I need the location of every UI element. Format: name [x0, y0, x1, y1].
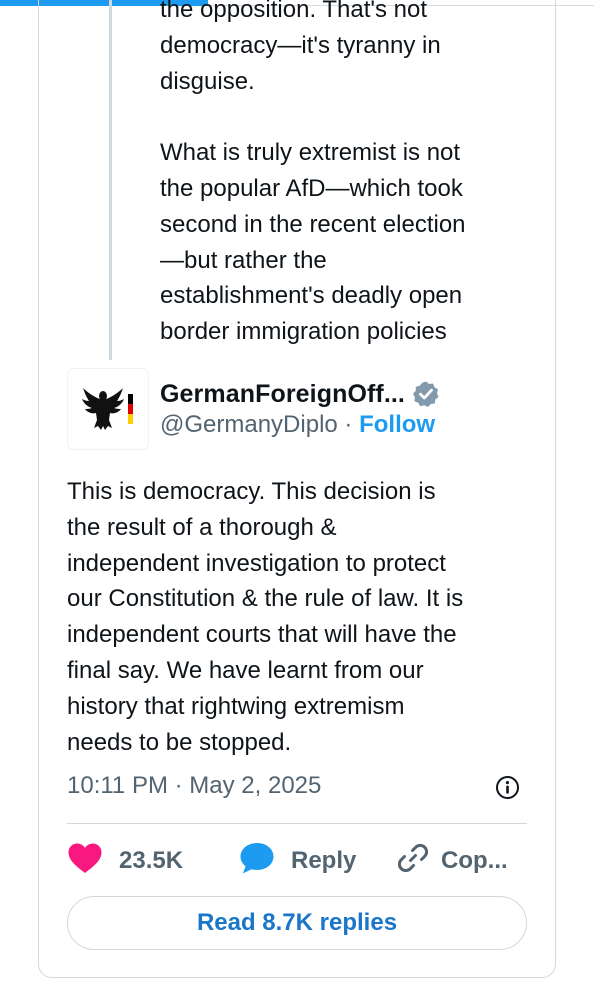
speech-bubble-icon: [239, 841, 275, 882]
tweet-text: This is democracy. This decision is the …: [67, 478, 464, 756]
reply-button[interactable]: Reply: [239, 838, 356, 884]
tweet-timestamp[interactable]: 10:11 PM · May 2, 2025: [67, 772, 321, 800]
link-icon: [397, 842, 429, 881]
info-icon[interactable]: [495, 775, 520, 800]
copy-link-button[interactable]: Cop...: [397, 838, 508, 884]
author-handle[interactable]: @GermanyDiplo: [160, 411, 338, 438]
follow-button[interactable]: Follow: [359, 411, 435, 438]
thread-connector-line: [109, 0, 112, 360]
read-replies-button[interactable]: Read 8.7K replies: [67, 896, 527, 950]
divider: [67, 823, 527, 824]
federal-eagle-icon: [82, 388, 133, 430]
heart-icon: [67, 842, 103, 881]
like-count: 23.5K: [119, 847, 184, 874]
author-name-row[interactable]: GermanForeignOff...: [160, 376, 440, 412]
avatar[interactable]: [67, 368, 149, 450]
author-display-name[interactable]: GermanForeignOff...: [160, 380, 405, 409]
handle-separator: ·: [344, 411, 360, 438]
like-button[interactable]: 23.5K: [67, 838, 183, 884]
verified-badge-icon: [412, 380, 440, 408]
action-bar: 23.5K Reply Cop...: [67, 838, 537, 884]
reply-label: Reply: [291, 847, 357, 874]
author-handle-row: @GermanyDiplo · Follow: [160, 411, 435, 439]
previous-post-text: the opposition. That's not democracy—it'…: [160, 0, 466, 346]
copy-label: Cop...: [441, 847, 508, 874]
